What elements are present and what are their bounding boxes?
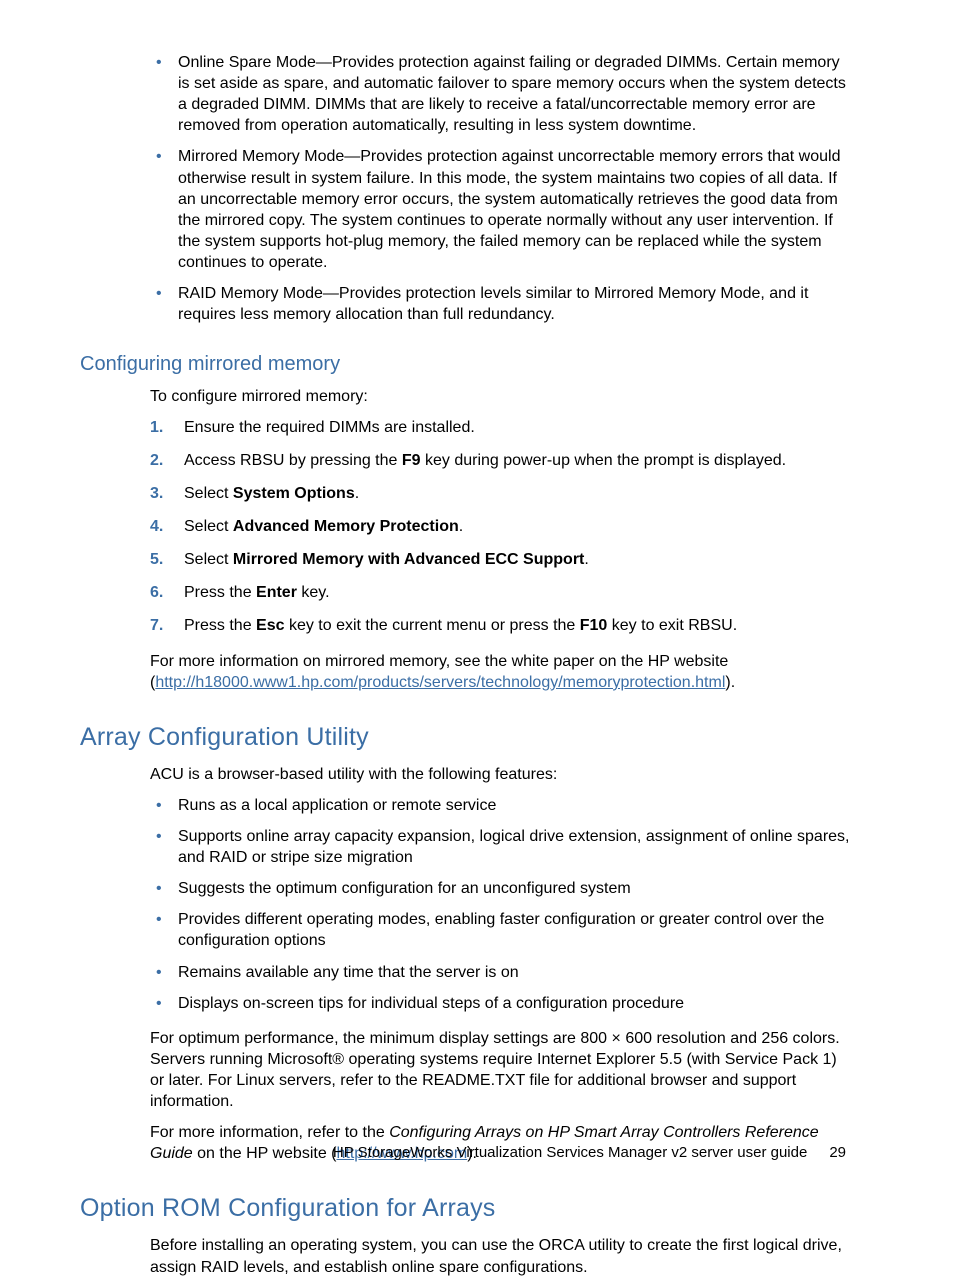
step-text: Select [184,518,233,535]
page: Online Spare Mode—Provides protection ag… [0,0,954,1235]
mirrored-more-info: For more information on mirrored memory,… [150,651,850,693]
list-item-text: RAID Memory Mode—Provides protection lev… [178,285,808,323]
list-item: RAID Memory Mode—Provides protection lev… [150,283,850,325]
step-text: key to exit RBSU. [607,617,737,634]
step-text: key to exit the current menu or press th… [285,617,580,634]
list-item: Online Spare Mode—Provides protection ag… [150,52,850,136]
step-item: Press the Esc key to exit the current me… [150,615,850,636]
heading-option-rom-configuration: Option ROM Configuration for Arrays [80,1192,850,1225]
step-item: Access RBSU by pressing the F9 key durin… [150,450,850,471]
list-item: Runs as a local application or remote se… [150,795,850,816]
orca-body: Before installing an operating system, y… [150,1235,850,1277]
step-item: Select System Options. [150,483,850,504]
step-text: Select [184,485,233,502]
list-item-text: Suggests the optimum configuration for a… [178,880,631,897]
mirrored-intro: To configure mirrored memory: [150,386,850,407]
mirrored-body: To configure mirrored memory: Ensure the… [150,386,850,693]
page-number: 29 [829,1144,846,1161]
footer-title: HP StorageWorks Virtualization Services … [333,1144,807,1161]
text: ). [725,674,735,691]
option-name: System Options [233,485,355,502]
key-name: Enter [256,584,297,601]
acu-features-list: Runs as a local application or remote se… [150,795,850,1014]
list-item: Mirrored Memory Mode—Provides protection… [150,146,850,273]
memory-modes-block: Online Spare Mode—Provides protection ag… [150,52,850,325]
key-name: Esc [256,617,284,634]
list-item: Supports online array capacity expansion… [150,826,850,868]
step-text: key during power-up when the prompt is d… [421,452,787,469]
step-text: Press the [184,617,256,634]
heading-configuring-mirrored-memory: Configuring mirrored memory [80,351,850,377]
list-item: Suggests the optimum configuration for a… [150,878,850,899]
step-item: Press the Enter key. [150,582,850,603]
list-item-text: Mirrored Memory Mode—Provides protection… [178,148,840,271]
text: For more information, refer to the [150,1124,389,1141]
step-text: Ensure the required DIMMs are installed. [184,419,475,436]
list-item-text: Displays on-screen tips for individual s… [178,995,684,1012]
orca-intro: Before installing an operating system, y… [150,1235,850,1277]
step-text: Select [184,551,233,568]
acu-requirements: For optimum performance, the minimum dis… [150,1028,850,1112]
list-item: Remains available any time that the serv… [150,962,850,983]
step-text: . [355,485,359,502]
step-text: Press the [184,584,256,601]
list-item: Provides different operating modes, enab… [150,909,850,951]
step-text: . [459,518,463,535]
list-item-text: Remains available any time that the serv… [178,964,519,981]
list-item-text: Online Spare Mode—Provides protection ag… [178,54,846,134]
key-name: F10 [580,617,608,634]
acu-body: ACU is a browser-based utility with the … [150,764,850,1165]
list-item-text: Provides different operating modes, enab… [178,911,824,949]
step-item: Select Advanced Memory Protection. [150,516,850,537]
page-footer: HP StorageWorks Virtualization Services … [0,1143,954,1163]
step-item: Ensure the required DIMMs are installed. [150,417,850,438]
heading-array-configuration-utility: Array Configuration Utility [80,721,850,754]
step-text: Access RBSU by pressing the [184,452,402,469]
memory-modes-list: Online Spare Mode—Provides protection ag… [150,52,850,325]
link-memoryprotection[interactable]: http://h18000.www1.hp.com/products/serve… [155,674,725,691]
acu-intro: ACU is a browser-based utility with the … [150,764,850,785]
list-item-text: Runs as a local application or remote se… [178,797,496,814]
mirrored-steps: Ensure the required DIMMs are installed.… [150,417,850,637]
step-text: key. [297,584,330,601]
option-name: Mirrored Memory with Advanced ECC Suppor… [233,551,584,568]
option-name: Advanced Memory Protection [233,518,459,535]
list-item: Displays on-screen tips for individual s… [150,993,850,1014]
step-item: Select Mirrored Memory with Advanced ECC… [150,549,850,570]
key-name: F9 [402,452,421,469]
step-text: . [584,551,588,568]
list-item-text: Supports online array capacity expansion… [178,828,850,866]
